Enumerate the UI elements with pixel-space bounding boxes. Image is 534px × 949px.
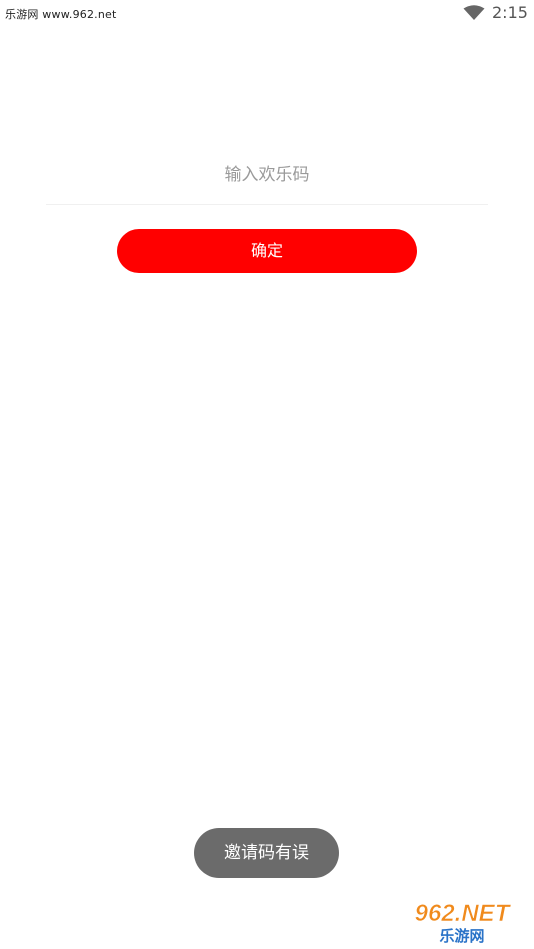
status-time: 2:15	[492, 3, 528, 22]
status-bar: 乐游网 www.962.net 2:15	[0, 0, 534, 28]
code-input[interactable]	[46, 145, 488, 205]
svg-text:乐游网: 乐游网	[439, 927, 484, 945]
site-watermark-logo: 962.NET 乐游网	[414, 900, 512, 945]
app-screen: 乐游网 www.962.net 2:15 确定 邀请码有误 962.NET 乐游…	[0, 0, 534, 949]
confirm-button[interactable]: 确定	[117, 229, 417, 273]
wifi-icon	[463, 5, 485, 20]
toast-message: 邀请码有误	[194, 828, 339, 878]
svg-text:962.NET: 962.NET	[415, 900, 512, 927]
status-site-text: 乐游网 www.962.net	[5, 8, 117, 21]
